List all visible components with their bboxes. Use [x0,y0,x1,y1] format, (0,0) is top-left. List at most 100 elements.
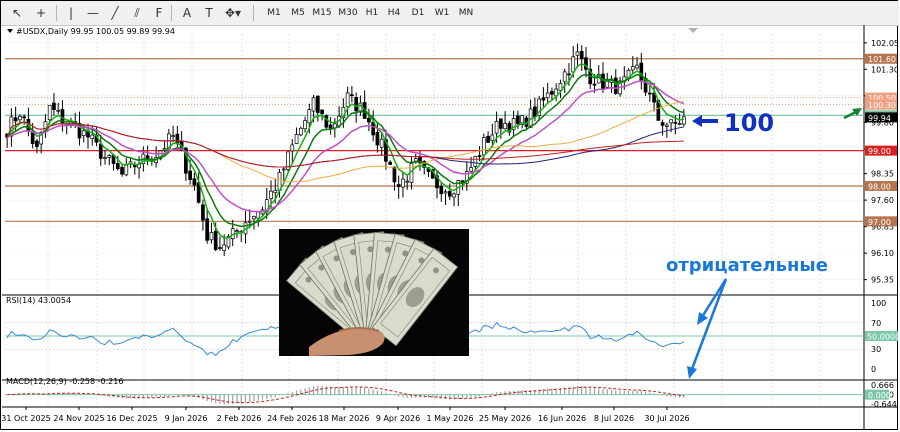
arrow-100-head-icon [692,115,702,127]
channel-icon[interactable]: ⫽ [127,4,147,22]
candle-body [401,178,405,188]
time-tick-label: 25 May 2026 [479,414,531,423]
trendline-icon[interactable]: ╱ [105,4,125,22]
timeframe-h4-button[interactable]: H4 [381,4,407,22]
timeframe-mn-button[interactable]: MN [453,4,479,22]
price-tick-label: 96.10 [871,249,894,258]
toolbar: ↖ + | — ╱ ⫽ F A T ✥▾ M1 M5 M15 M30 H1 H4 D1 W1 MN [1,1,899,26]
cursor-icon[interactable]: ↖ [7,4,27,22]
candle-body [452,193,456,198]
candle-body [613,77,618,94]
candle-body [677,123,682,125]
chart-shift-icon [688,28,698,33]
text-tool-icon[interactable]: A [177,4,197,22]
candle-body [579,50,584,60]
macd-zero-box-label: 0.000 [868,391,891,400]
candle-body [52,102,56,110]
candle-body [273,189,278,193]
candle-body [367,117,371,123]
shapes-menu-icon[interactable]: ✥▾ [223,4,243,22]
label-tool-icon[interactable]: T [199,4,219,22]
grid [2,25,898,430]
candle-body [669,119,673,124]
candle-body [307,109,312,124]
candle-body [188,170,192,181]
candle-body [392,166,397,183]
candle-body [98,143,103,159]
timeframe-m5-button[interactable]: M5 [285,4,311,22]
candle-body [379,138,384,148]
candle-body [35,140,39,147]
price-box-label: 100.30 [868,101,896,110]
candle-body [171,135,175,137]
price-box-label: 99.94 [868,114,891,123]
rsi-panel-header: RSI(14) 43.0054 [6,296,71,305]
candle-body [575,51,580,56]
candle-body [601,73,605,90]
candle-body [592,83,597,86]
vertical-line-icon[interactable]: | [61,4,81,22]
candle-body [269,190,273,200]
time-tick-label: 2 Feb 2026 [217,414,262,423]
price-box-label: 101.60 [868,55,896,64]
candle-body [235,230,239,232]
price-tick-label: 102.05 [871,39,898,48]
timeframe-m15-button[interactable]: M15 [309,4,335,22]
rsi-level-box-label: 50.0000 [867,333,898,342]
horizontal-levels [5,58,864,222]
time-tick-label: 24 Feb 2026 [267,414,317,423]
candle-body [162,148,167,151]
candle-body [209,232,214,241]
price-box-label: 97.00 [868,218,891,227]
candle-body [47,104,52,121]
rsi-tick-label: 100 [871,299,886,308]
rsi-tick-label: 0 [871,365,876,374]
candle-body [486,135,490,143]
fibonacci-icon[interactable]: F [149,4,169,22]
candle-body [218,247,222,249]
price-chart[interactable]: 100705030050.0000 0.6660.000-0.6440.000 … [2,25,898,430]
candle-body [630,66,635,71]
macd-tick-label: -0.644 [871,400,897,409]
rsi-tick-label: 70 [871,319,881,328]
indicator-ma-red [6,121,684,168]
candle-body [469,167,473,172]
horizontal-line-icon[interactable]: — [83,4,103,22]
candle-body [103,157,107,159]
candle-body [252,216,256,220]
candle-body [503,123,507,130]
candle-body [213,230,218,250]
timeframe-d1-button[interactable]: D1 [405,4,431,22]
candle-body [550,91,554,95]
time-tick-label: 8 Jul 2026 [594,414,634,423]
candle-body [473,156,478,167]
crosshair-icon[interactable]: + [31,4,51,22]
candle-body [350,94,354,97]
candle-body [115,163,120,170]
candle-body [499,118,503,129]
candle-body [81,130,86,136]
timeframe-w1-button[interactable]: W1 [429,4,455,22]
candle-body [205,218,210,241]
time-tick-label: 16 Jun 2026 [538,414,586,423]
candle-body [516,115,520,125]
candle-body [30,131,35,144]
negative-arrow-macd [690,278,728,370]
timeframe-m1-button[interactable]: M1 [261,4,287,22]
time-tick-label: 16 Dec 2025 [106,414,157,423]
candle-body [682,116,686,125]
candle-body [647,92,652,95]
candle-body [477,155,482,157]
annotation-negative: отрицательные [666,255,828,276]
time-tick-label: 1 May 2026 [426,414,473,423]
candle-body [447,191,452,197]
timeframe-m30-button[interactable]: M30 [335,4,361,22]
candle-body [303,120,307,130]
candle-body [328,124,333,129]
candle-body [481,137,486,156]
candle-body [664,124,669,127]
candle-body [443,191,448,194]
time-axis: 31 Oct 2025 24 Nov 2025 16 Dec 2025 9 Jan 2… [2,407,690,423]
candle-body [124,164,129,176]
candle-body [192,178,197,186]
